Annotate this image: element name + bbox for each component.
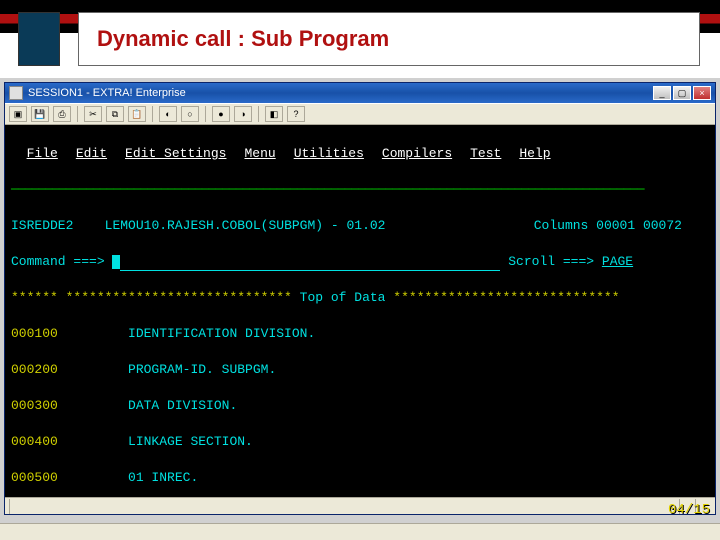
tool-a-icon[interactable]: ◐ <box>159 106 177 122</box>
slide-header: Dynamic call : Sub Program <box>0 0 720 78</box>
status-cell <box>9 499 25 514</box>
menu-compilers[interactable]: Compilers <box>382 146 452 161</box>
member-line: ISREDDE2 LEMOU10.RAJESH.COBOL(SUBPGM) - … <box>11 217 709 235</box>
slide-accent-block <box>18 12 60 66</box>
code-line: 000500 01 INREC. <box>11 469 709 487</box>
maximize-button[interactable]: ▢ <box>673 86 691 100</box>
presentation-statusbar <box>0 523 720 540</box>
terminal-window: SESSION1 - EXTRA! Enterprise _ ▢ × ▣ 💾 ⎙… <box>4 82 716 515</box>
window-controls: _ ▢ × <box>653 86 711 100</box>
toolbar-separator <box>205 106 206 122</box>
command-input[interactable] <box>120 257 500 271</box>
ispf-menubar: File Edit Edit_Settings Menu Utilities Compil… <box>11 145 709 163</box>
slide-counter: 04/15 <box>668 502 710 518</box>
toolbar-separator <box>77 106 78 122</box>
scroll-value[interactable]: PAGE <box>602 254 633 269</box>
toolbar-separator <box>152 106 153 122</box>
tool-d-icon[interactable]: ◑ <box>234 106 252 122</box>
command-line[interactable]: Command ===> Scroll ===> PAGE <box>11 253 709 271</box>
tool-open-icon[interactable]: ▣ <box>9 106 27 122</box>
tool-paste-icon[interactable]: 📋 <box>128 106 146 122</box>
terminal-screen[interactable]: File Edit Edit_Settings Menu Utilities Compil… <box>5 125 715 497</box>
close-button[interactable]: × <box>693 86 711 100</box>
toolbar-separator <box>258 106 259 122</box>
menu-help[interactable]: Help <box>519 146 550 161</box>
toolbar: ▣ 💾 ⎙ ✂ ⧉ 📋 ◐ ○ ● ◑ ◧ ? <box>5 103 715 125</box>
slide-title: Dynamic call : Sub Program <box>97 26 389 52</box>
code-line: 000300 DATA DIVISION. <box>11 397 709 415</box>
menu-menu[interactable]: Menu <box>244 146 275 161</box>
tool-copy-icon[interactable]: ⧉ <box>106 106 124 122</box>
menu-edit-settings[interactable]: Edit_Settings <box>125 146 226 161</box>
titlebar[interactable]: SESSION1 - EXTRA! Enterprise _ ▢ × <box>5 83 715 103</box>
menu-edit[interactable]: Edit <box>76 146 107 161</box>
top-of-data: ****** ***************************** Top… <box>11 289 709 307</box>
menu-test[interactable]: Test <box>470 146 501 161</box>
tool-save-icon[interactable]: 💾 <box>31 106 49 122</box>
app-icon <box>9 86 23 100</box>
slide-title-box: Dynamic call : Sub Program <box>78 12 700 66</box>
cursor-block <box>112 255 120 269</box>
code-line: 000400 LINKAGE SECTION. <box>11 433 709 451</box>
minimize-button[interactable]: _ <box>653 86 671 100</box>
menu-file[interactable]: File <box>27 146 58 161</box>
tool-help-icon[interactable]: ? <box>287 106 305 122</box>
tool-b-icon[interactable]: ○ <box>181 106 199 122</box>
menu-divider: ────────────────────────────────────────… <box>11 181 709 199</box>
code-line: 000100 IDENTIFICATION DIVISION. <box>11 325 709 343</box>
menu-utilities[interactable]: Utilities <box>294 146 364 161</box>
window-title: SESSION1 - EXTRA! Enterprise <box>28 87 653 99</box>
tool-e-icon[interactable]: ◧ <box>265 106 283 122</box>
statusbar <box>5 497 715 514</box>
tool-cut-icon[interactable]: ✂ <box>84 106 102 122</box>
tool-print-icon[interactable]: ⎙ <box>53 106 71 122</box>
code-line: 000200 PROGRAM-ID. SUBPGM. <box>11 361 709 379</box>
tool-c-icon[interactable]: ● <box>212 106 230 122</box>
